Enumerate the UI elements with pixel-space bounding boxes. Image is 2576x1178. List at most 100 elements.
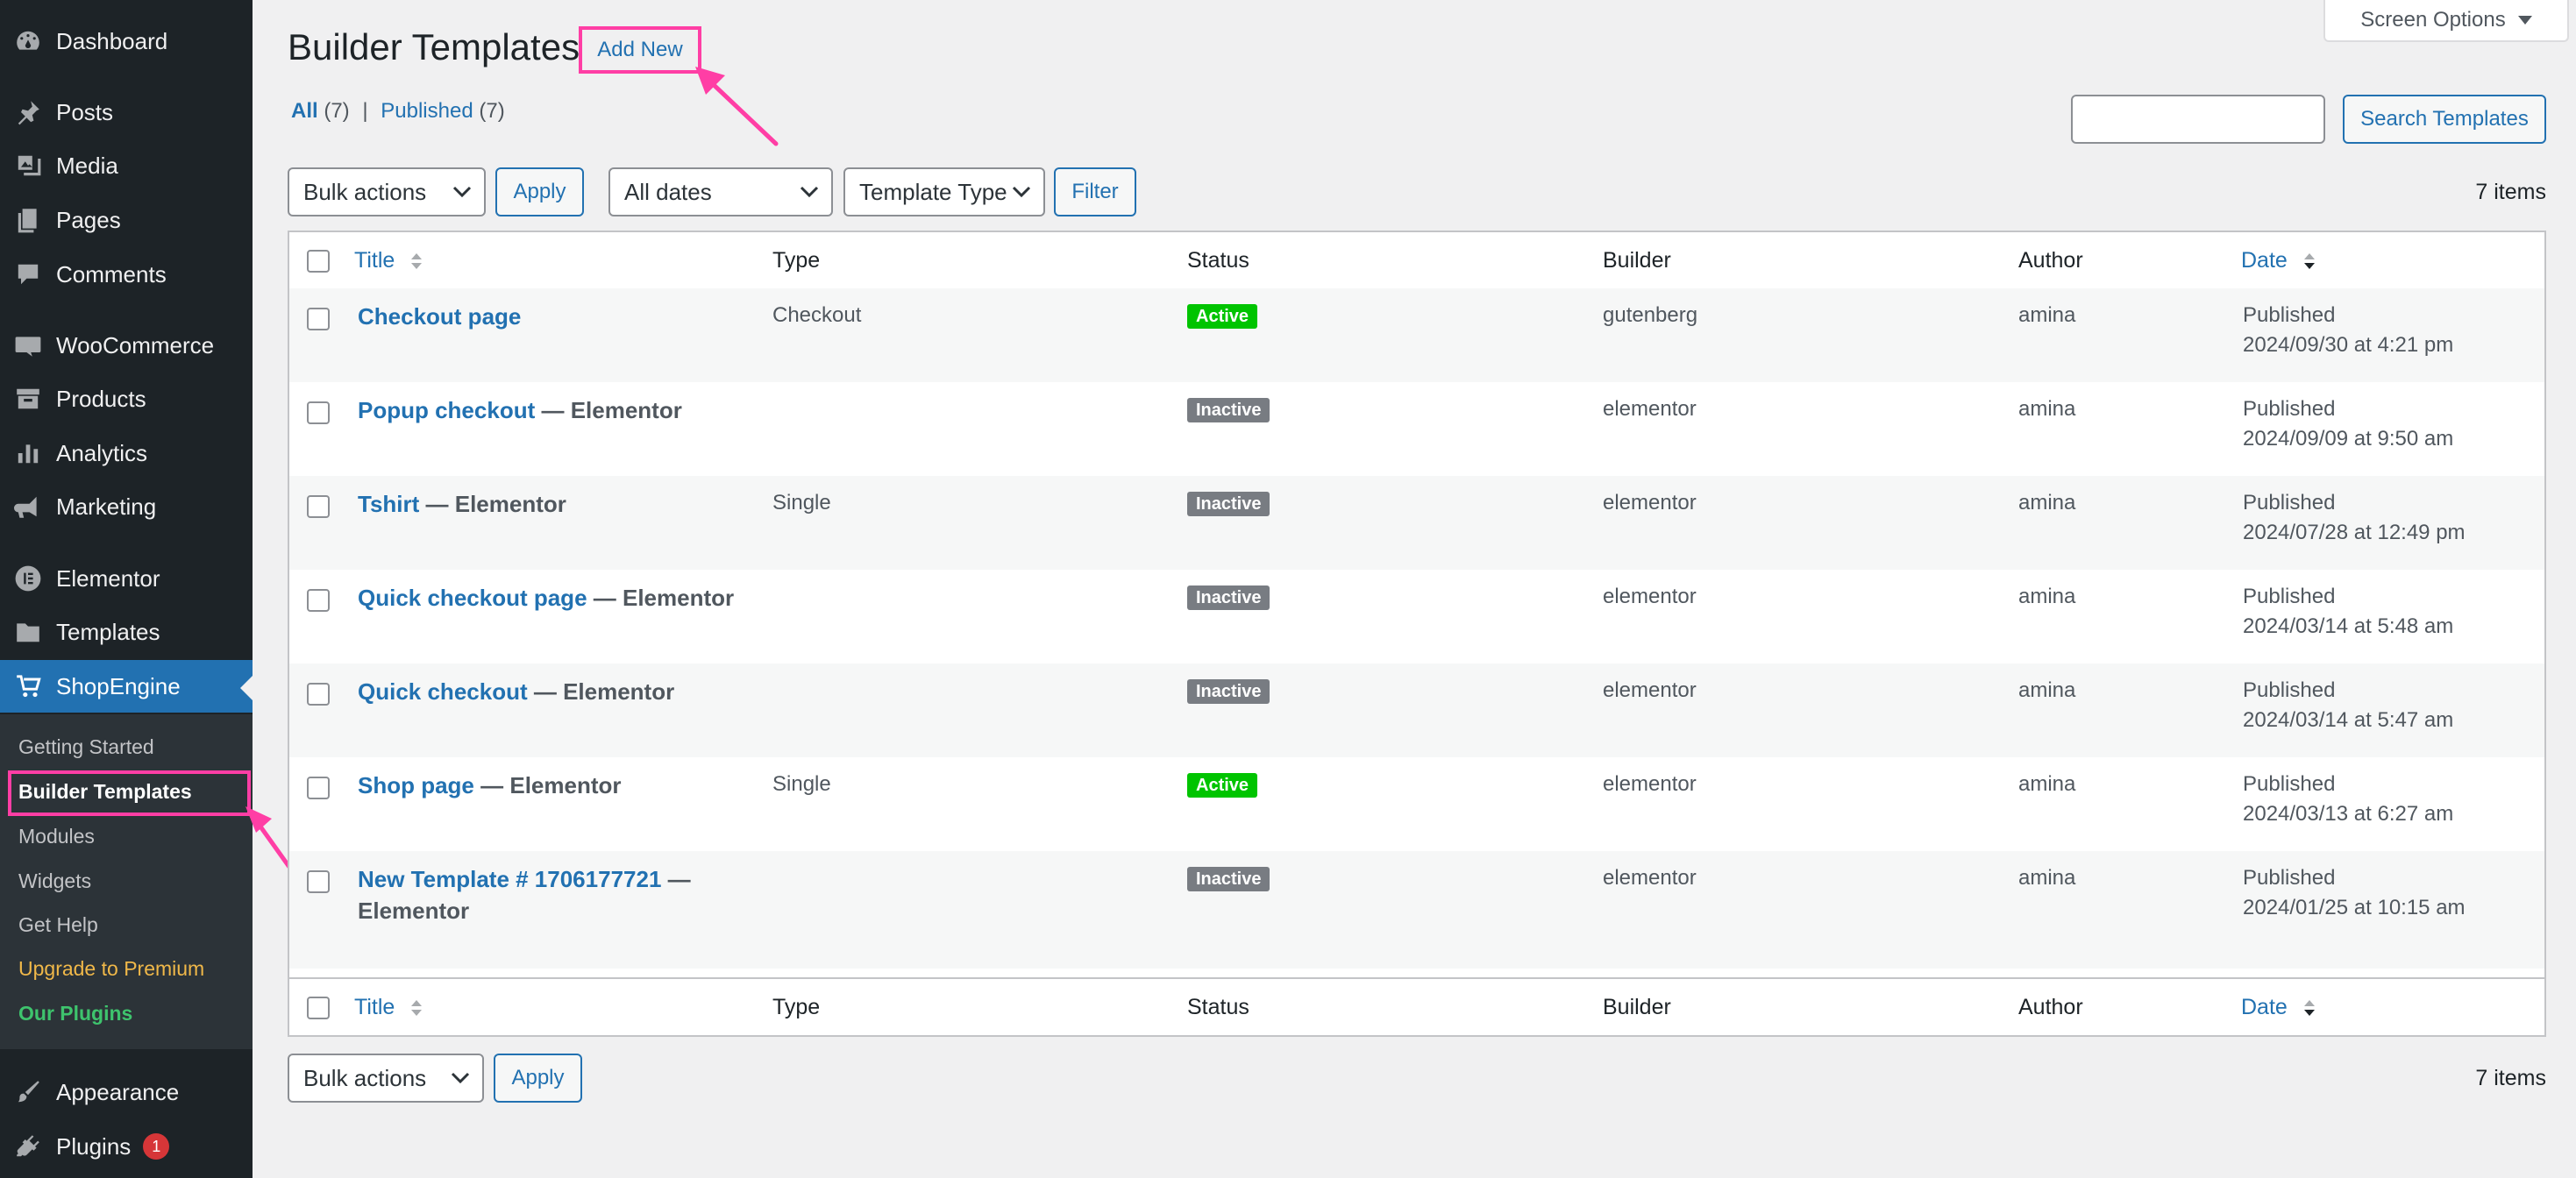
view-all-link[interactable]: All xyxy=(291,99,318,123)
row-checkbox[interactable] xyxy=(307,401,330,424)
row-checkbox[interactable] xyxy=(307,308,330,330)
select-all-checkbox[interactable] xyxy=(307,250,330,273)
sidebar-item-posts[interactable]: Posts xyxy=(0,86,253,138)
row-checkbox[interactable] xyxy=(307,589,330,612)
sidebar-item-label: Pages xyxy=(56,206,121,233)
row-title-link[interactable]: Quick checkout page xyxy=(358,585,587,611)
submenu-item-getting-started[interactable]: Getting Started xyxy=(18,727,154,766)
templates-table: Title Type Status Builder Author Date Ch… xyxy=(288,231,2546,1037)
row-author-link[interactable]: amina xyxy=(2018,863,2075,893)
plugin-update-badge: 1 xyxy=(143,1133,170,1160)
column-title-footer[interactable]: Title xyxy=(354,979,423,1035)
row-title-link[interactable]: Tshirt xyxy=(358,491,419,517)
apply-button-bottom[interactable]: Apply xyxy=(494,1054,582,1103)
row-date-status: Published xyxy=(2243,303,2336,327)
row-title: Quick checkout page — Elementor xyxy=(358,582,735,614)
media-icon xyxy=(0,139,56,192)
row-checkbox[interactable] xyxy=(307,683,330,706)
sort-desc-icon xyxy=(2303,253,2315,270)
apply-button-top[interactable]: Apply xyxy=(495,167,584,216)
row-builder: elementor xyxy=(1603,585,1697,608)
select-all-checkbox-footer[interactable] xyxy=(307,997,330,1019)
sidebar-item-label: Analytics xyxy=(56,439,148,466)
row-date-status: Published xyxy=(2243,772,2336,796)
sidebar-item-appearance[interactable]: Appearance xyxy=(0,1066,253,1118)
table-row: Tshirt — Elementor Single Inactive elemento… xyxy=(289,476,2544,570)
column-title-label: Title xyxy=(354,248,395,273)
row-title-link[interactable]: Popup checkout xyxy=(358,397,535,423)
chevron-down-icon xyxy=(452,186,472,198)
sidebar-item-plugins[interactable]: Plugins 1 xyxy=(0,1120,253,1173)
dates-select[interactable]: All dates xyxy=(608,167,833,216)
row-date-status: Published xyxy=(2243,866,2336,890)
dates-value: All dates xyxy=(624,178,712,205)
sidebar-item-label: Templates xyxy=(56,618,160,645)
filter-button[interactable]: Filter xyxy=(1054,167,1136,216)
submenu-item-upgrade-premium[interactable]: Upgrade to Premium xyxy=(18,949,204,988)
column-type: Type xyxy=(772,248,821,273)
row-author-link[interactable]: amina xyxy=(2018,676,2075,706)
submenu-item-our-plugins[interactable]: Our Plugins xyxy=(18,994,132,1033)
row-checkbox[interactable] xyxy=(307,495,330,518)
sidebar-item-label: Appearance xyxy=(56,1078,180,1105)
megaphone-icon xyxy=(0,480,56,533)
row-title-link[interactable]: Shop page xyxy=(358,772,474,798)
column-title[interactable]: Title xyxy=(354,232,423,288)
row-title-link[interactable]: New Template # 1706177721 xyxy=(358,866,661,892)
search-templates-button[interactable]: Search Templates xyxy=(2343,95,2546,144)
row-author-link[interactable]: amina xyxy=(2018,394,2075,424)
row-author-link[interactable]: amina xyxy=(2018,770,2075,799)
sidebar-item-comments[interactable]: Comments xyxy=(0,248,253,301)
sidebar-item-media[interactable]: Media xyxy=(0,139,253,192)
status-badge: Active xyxy=(1187,304,1258,329)
status-badge: Inactive xyxy=(1187,679,1270,704)
row-author-link[interactable]: amina xyxy=(2018,582,2075,612)
status-badge: Active xyxy=(1187,773,1258,798)
row-title: Tshirt — Elementor xyxy=(358,488,735,520)
row-checkbox[interactable] xyxy=(307,870,330,893)
sidebar-item-templates[interactable]: Templates xyxy=(0,606,253,658)
sidebar-item-pages[interactable]: Pages xyxy=(0,194,253,246)
sidebar-item-dashboard[interactable]: Dashboard xyxy=(0,15,253,67)
row-author-link[interactable]: amina xyxy=(2018,488,2075,518)
row-date-status: Published xyxy=(2243,397,2336,421)
template-type-select[interactable]: Template Type xyxy=(843,167,1045,216)
table-header: Title Type Status Builder Author Date xyxy=(289,232,2544,290)
chevron-down-icon xyxy=(1012,186,1031,198)
submenu-item-get-help[interactable]: Get Help xyxy=(18,905,98,944)
search-input[interactable] xyxy=(2071,95,2325,144)
sidebar-item-shopengine[interactable]: ShopEngine xyxy=(0,660,253,713)
table-row: Popup checkout — Elementor Inactive elemen… xyxy=(289,382,2544,476)
row-author-link[interactable]: amina xyxy=(2018,301,2075,330)
sidebar-item-products[interactable]: Products xyxy=(0,373,253,425)
annotation-arrow-add-new xyxy=(695,67,779,146)
view-published-link[interactable]: Published xyxy=(381,99,473,123)
row-builder: elementor xyxy=(1603,678,1697,702)
comment-icon xyxy=(0,248,56,301)
caret-down-icon xyxy=(2517,16,2532,25)
add-new-button[interactable]: Add New xyxy=(586,33,694,67)
row-title-link[interactable]: Quick checkout xyxy=(358,678,528,705)
view-separator: | xyxy=(362,99,368,123)
column-author-footer: Author xyxy=(2018,995,2083,1019)
bulk-actions-select[interactable]: Bulk actions xyxy=(288,167,486,216)
submenu-item-widgets[interactable]: Widgets xyxy=(18,862,91,900)
submenu-item-modules[interactable]: Modules xyxy=(18,817,95,855)
screen-options-button[interactable]: Screen Options xyxy=(2323,0,2569,42)
sidebar-item-analytics[interactable]: Analytics xyxy=(0,427,253,479)
sidebar-item-woocommerce[interactable]: WooCommerce xyxy=(0,319,253,372)
sidebar-item-label: Products xyxy=(56,385,146,412)
row-title: New Template # 1706177721 — Elementor xyxy=(358,863,735,926)
row-title: Checkout page xyxy=(358,301,735,332)
bulk-actions-select-bottom[interactable]: Bulk actions xyxy=(288,1054,484,1103)
row-title: Popup checkout — Elementor xyxy=(358,394,735,426)
column-type-footer: Type xyxy=(772,995,821,1019)
row-checkbox[interactable] xyxy=(307,777,330,799)
row-title-link[interactable]: Checkout page xyxy=(358,303,521,330)
column-date-footer[interactable]: Date xyxy=(2241,979,2316,1035)
current-menu-arrow xyxy=(240,676,253,700)
sidebar-item-elementor[interactable]: Elementor xyxy=(0,552,253,605)
row-date-status: Published xyxy=(2243,491,2336,514)
column-date[interactable]: Date xyxy=(2241,232,2316,288)
sidebar-item-marketing[interactable]: Marketing xyxy=(0,480,253,533)
